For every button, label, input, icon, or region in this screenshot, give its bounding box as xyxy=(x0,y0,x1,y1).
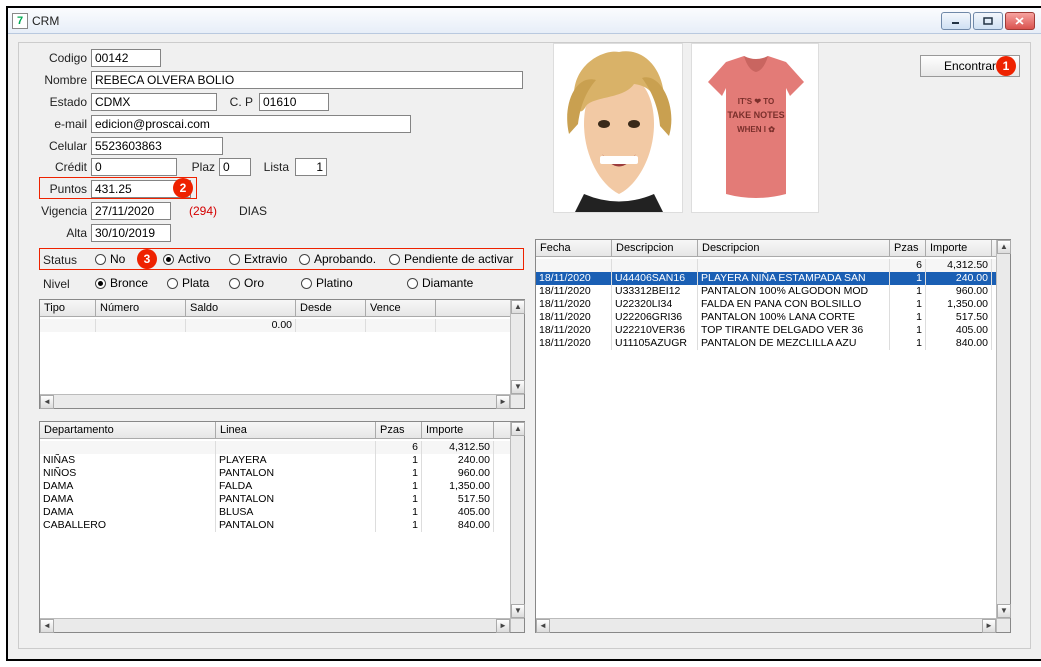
col-pzas3[interactable]: Pzas xyxy=(890,240,926,256)
table-row[interactable]: 18/11/2020U11105AZUGRPANTALON DE MEZCLIL… xyxy=(536,337,996,350)
table-row[interactable]: 18/11/2020U22320LI34FALDA EN PANA CON BO… xyxy=(536,298,996,311)
col-saldo[interactable]: Saldo xyxy=(186,300,296,316)
nombre-field[interactable]: REBECA OLVERA BOLIO xyxy=(91,71,523,89)
lista-field[interactable]: 1 xyxy=(295,158,327,176)
label-lista: Lista xyxy=(259,160,289,174)
label-status: Status xyxy=(43,253,83,267)
credits-hscroll[interactable]: ◄► xyxy=(40,394,510,408)
col-linea[interactable]: Linea xyxy=(216,422,376,438)
close-button[interactable] xyxy=(1005,12,1035,30)
table-row[interactable]: 18/11/2020U22210VER36TOP TIRANTE DELGADO… xyxy=(536,324,996,337)
vigencia-days: (294) xyxy=(189,204,229,218)
trans-vscroll[interactable]: ▲▼ xyxy=(996,240,1010,618)
table-row[interactable]: NIÑASPLAYERA1240.00 xyxy=(40,454,510,467)
status-activo[interactable]: Activo xyxy=(163,252,211,266)
table-row[interactable]: DAMAPANTALON1517.50 xyxy=(40,493,510,506)
trans-hscroll[interactable]: ◄► xyxy=(536,618,996,632)
table-row[interactable]: NIÑOSPANTALON1960.00 xyxy=(40,467,510,480)
status-aprobando[interactable]: Aprobando. xyxy=(299,252,376,266)
label-estado: Estado xyxy=(37,95,87,109)
badge-3: 3 xyxy=(137,249,157,269)
plaz-field[interactable]: 0 xyxy=(219,158,251,176)
codigo-field[interactable]: 00142 xyxy=(91,49,161,67)
transactions-table[interactable]: Fecha Descripcion Descripcion Pzas Impor… xyxy=(535,239,1011,633)
label-credit: Crédit xyxy=(37,160,87,174)
svg-text:WHEN I ✿: WHEN I ✿ xyxy=(737,125,775,134)
status-no[interactable]: No xyxy=(95,252,125,266)
estado-field[interactable]: CDMX xyxy=(91,93,217,111)
col-pzas2[interactable]: Pzas xyxy=(376,422,422,438)
maximize-button[interactable] xyxy=(973,12,1003,30)
col-desc1[interactable]: Descripcion xyxy=(612,240,698,256)
col-tipo[interactable]: Tipo xyxy=(40,300,96,316)
cp-field[interactable]: 01610 xyxy=(259,93,329,111)
label-email: e-mail xyxy=(37,117,87,131)
label-nombre: Nombre xyxy=(29,73,87,87)
client-area: Encontrar 1 Codigo 00142 Nombre REBECA O… xyxy=(8,34,1041,659)
col-importe3[interactable]: Importe xyxy=(926,240,992,256)
dept-vscroll[interactable]: ▲▼ xyxy=(510,422,524,618)
dept-table[interactable]: Departamento Linea Pzas Importe 64,312.5… xyxy=(39,421,525,633)
vigencia-field[interactable]: 27/11/2020 xyxy=(91,202,171,220)
label-alta: Alta xyxy=(37,226,87,240)
label-vigencia: Vigencia xyxy=(29,204,87,218)
table-row[interactable]: 18/11/2020U22206GRI36PANTALON 100% LANA … xyxy=(536,311,996,324)
status-extravio[interactable]: Extravio xyxy=(229,252,287,266)
label-puntos: Puntos xyxy=(37,182,87,196)
form-panel: Encontrar 1 Codigo 00142 Nombre REBECA O… xyxy=(18,42,1031,649)
col-vence[interactable]: Vence xyxy=(366,300,436,316)
nivel-oro[interactable]: Oro xyxy=(229,276,264,290)
encontrar-label: Encontrar xyxy=(944,59,996,73)
app-icon: 7 xyxy=(12,13,28,29)
badge-2: 2 xyxy=(173,178,193,198)
table-row[interactable]: DAMABLUSA1405.00 xyxy=(40,506,510,519)
badge-1: 1 xyxy=(996,56,1016,76)
table-row[interactable]: 18/11/2020U33312BEI12PANTALON 100% ALGOD… xyxy=(536,285,996,298)
svg-text:IT'S ❤ TO: IT'S ❤ TO xyxy=(738,97,774,106)
label-dias: DIAS xyxy=(239,204,279,218)
label-codigo: Codigo xyxy=(37,51,87,65)
credits-vscroll[interactable]: ▲▼ xyxy=(510,300,524,394)
svg-text:TAKE NOTES: TAKE NOTES xyxy=(727,110,784,120)
window-title: CRM xyxy=(32,14,59,28)
col-desde[interactable]: Desde xyxy=(296,300,366,316)
label-nivel: Nivel xyxy=(43,277,83,291)
minimize-button[interactable] xyxy=(941,12,971,30)
label-celular: Celular xyxy=(37,139,87,153)
nivel-diamante[interactable]: Diamante xyxy=(407,276,473,290)
status-pendiente[interactable]: Pendiente de activar xyxy=(389,252,513,266)
dept-hscroll[interactable]: ◄► xyxy=(40,618,510,632)
celular-field[interactable]: 5523603863 xyxy=(91,137,223,155)
credits-table[interactable]: Tipo Número Saldo Desde Vence 0.00 xyxy=(39,299,525,409)
table-row[interactable]: 18/11/2020U44406SAN16PLAYERA NIÑA ESTAMP… xyxy=(536,272,996,285)
nivel-bronce[interactable]: Bronce xyxy=(95,276,148,290)
col-importe2[interactable]: Importe xyxy=(422,422,494,438)
email-field[interactable]: edicion@proscai.com xyxy=(91,115,411,133)
col-fecha[interactable]: Fecha xyxy=(536,240,612,256)
saldo-total: 0.00 xyxy=(186,319,296,332)
nivel-platino[interactable]: Platino xyxy=(301,276,353,290)
titlebar[interactable]: 7 CRM xyxy=(8,8,1041,34)
label-plaz: Plaz xyxy=(187,160,215,174)
nivel-plata[interactable]: Plata xyxy=(167,276,209,290)
credit-field[interactable]: 0 xyxy=(91,158,177,176)
col-dep[interactable]: Departamento xyxy=(40,422,216,438)
customer-photo xyxy=(553,43,683,213)
window-frame: 7 CRM Encontrar 1 Codigo 00142 Nombre RE… xyxy=(6,6,1041,661)
product-photo: IT'S ❤ TO TAKE NOTES WHEN I ✿ xyxy=(691,43,819,213)
col-desc2[interactable]: Descripcion xyxy=(698,240,890,256)
table-row[interactable]: DAMAFALDA11,350.00 xyxy=(40,480,510,493)
label-cp: C. P xyxy=(223,95,253,109)
table-row[interactable]: CABALLEROPANTALON1840.00 xyxy=(40,519,510,532)
alta-field[interactable]: 30/10/2019 xyxy=(91,224,171,242)
col-numero[interactable]: Número xyxy=(96,300,186,316)
